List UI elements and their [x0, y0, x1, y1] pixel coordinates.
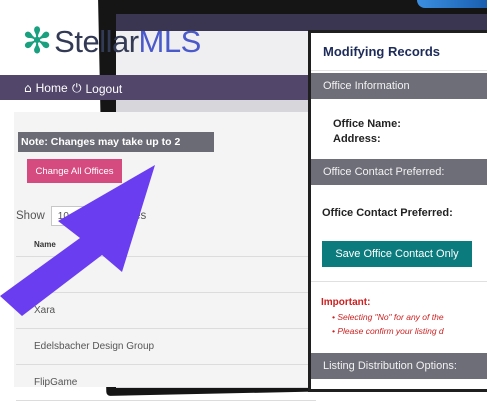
entries-select-value: 10 [57, 210, 69, 222]
show-label: Show [16, 210, 45, 222]
save-office-contact-button[interactable]: Save Office Contact Only [322, 241, 472, 267]
important-item: • Selecting "No" for any of the [332, 312, 444, 322]
table-header-name[interactable]: Name [16, 232, 316, 257]
office-contact-label: Office Contact Preferred: [322, 207, 453, 219]
nav-home-label: Home [35, 81, 68, 95]
listing-distribution-heading: Listing Distribution Options: [311, 353, 487, 379]
entries-select[interactable]: 10 ⌄ [50, 206, 106, 226]
changes-note: Note: Changes may take up to 2 [18, 132, 214, 152]
table-row[interactable]: FlipGame [16, 365, 316, 401]
home-icon: ⌂ [24, 81, 32, 95]
nav-logout-link[interactable]: ⏻ Logout [72, 81, 122, 96]
entries-control: Show 10 ⌄ entries [16, 206, 146, 226]
important-heading: Important: [321, 297, 371, 308]
important-item: • Please confirm your listing d [332, 326, 444, 336]
nav-home-link[interactable]: ⌂ Home [24, 81, 68, 95]
address-label: Address: [333, 133, 381, 145]
office-name-label: Office Name: [333, 118, 401, 130]
office-information-heading: Office Information [311, 73, 487, 99]
important-item-text: Selecting "No" for any of the [337, 312, 444, 322]
office-contact-heading: Office Contact Preferred: [311, 159, 487, 185]
stellar-mls-logo: ✻ StellarMLS [22, 24, 201, 60]
logo-text: StellarMLS [54, 24, 201, 60]
logo-suffix: MLS [138, 24, 202, 59]
power-icon: ⏻ [72, 81, 82, 95]
corner-decoration [417, 0, 487, 8]
modal-title: Modifying Records [311, 33, 487, 71]
important-item-text: Please confirm your listing d [337, 326, 444, 336]
change-all-offices-button[interactable]: Change All Offices [27, 159, 122, 183]
table-row[interactable]: Xara [16, 293, 316, 329]
nav-logout-label: Logout [85, 81, 123, 96]
divider [311, 281, 487, 282]
modifying-records-modal: Modifying Records Office Information Off… [308, 30, 487, 392]
offices-table: Name ICM Xara Edelsbacher Design Group F… [16, 232, 316, 401]
snowflake-star-icon: ✻ [22, 21, 53, 62]
chevron-down-icon: ⌄ [90, 210, 99, 222]
table-row[interactable]: ICM [16, 257, 316, 293]
logo-prefix: Stellar [54, 24, 139, 59]
entries-suffix: entries [111, 210, 147, 222]
table-row[interactable]: Edelsbacher Design Group [16, 329, 316, 365]
